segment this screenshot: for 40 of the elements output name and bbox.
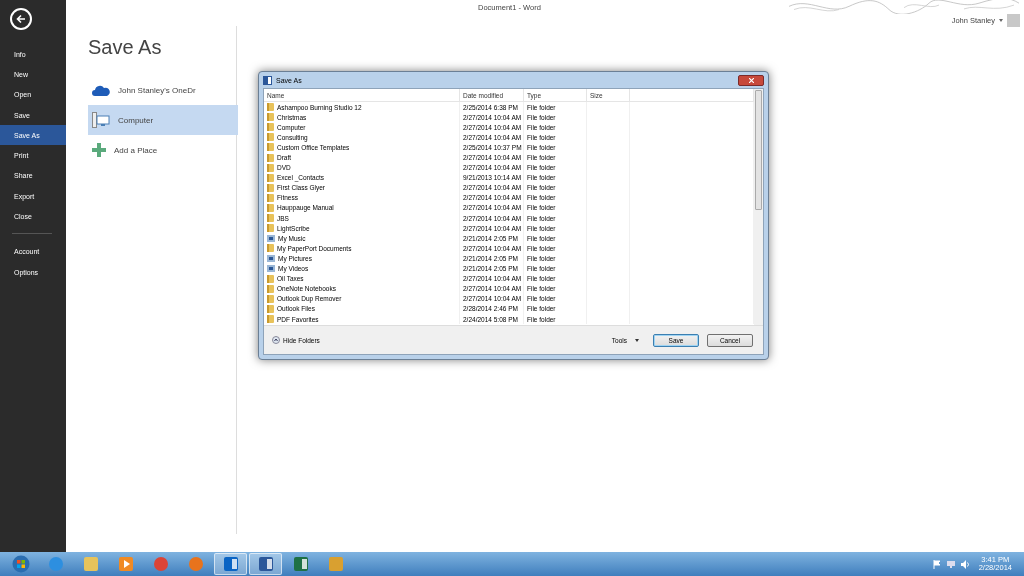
folder-icon <box>267 204 274 212</box>
scrollbar[interactable] <box>754 89 763 325</box>
place-label: Computer <box>118 115 154 125</box>
browser-icon <box>152 556 169 572</box>
folder-icon <box>267 315 274 323</box>
app-icon <box>257 556 274 572</box>
network-icon[interactable] <box>945 559 956 569</box>
document-icon <box>263 75 272 85</box>
place-label: John Stanley's OneDr <box>118 85 196 95</box>
close-button[interactable] <box>738 74 764 86</box>
plus-icon <box>92 143 106 157</box>
caret-icon[interactable] <box>999 19 1003 22</box>
place-item[interactable]: John Stanley's OneDr <box>88 75 238 105</box>
browser-icon <box>47 556 64 572</box>
speaker-icon[interactable] <box>960 559 970 569</box>
page-title: Save As <box>88 36 163 59</box>
library-folder-icon <box>267 254 275 262</box>
place-item[interactable]: Computer <box>88 105 238 135</box>
app-icon <box>292 556 309 572</box>
library-folder-icon <box>267 265 275 273</box>
app-icon <box>222 556 239 572</box>
close-icon <box>748 77 754 83</box>
place-item[interactable]: Add a Place <box>88 135 238 165</box>
place-label: Add a Place <box>114 145 158 155</box>
windows-logo-icon <box>11 555 30 573</box>
flag-icon[interactable] <box>932 559 941 569</box>
taskbar-app-button[interactable] <box>249 553 282 575</box>
play-icon <box>117 556 134 572</box>
taskbar-app-button[interactable] <box>214 553 247 575</box>
folder-icon <box>267 244 274 253</box>
browser-icon <box>187 556 204 572</box>
game-icon <box>327 556 344 572</box>
back-button[interactable] <box>10 8 32 30</box>
back-arrow-icon <box>16 14 26 24</box>
computer-icon <box>92 112 110 128</box>
chevron-up-icon <box>272 336 280 344</box>
caret-icon <box>635 338 639 342</box>
cloud-icon <box>92 84 110 96</box>
library-folder-icon <box>267 234 275 242</box>
folder-icon <box>82 556 99 572</box>
